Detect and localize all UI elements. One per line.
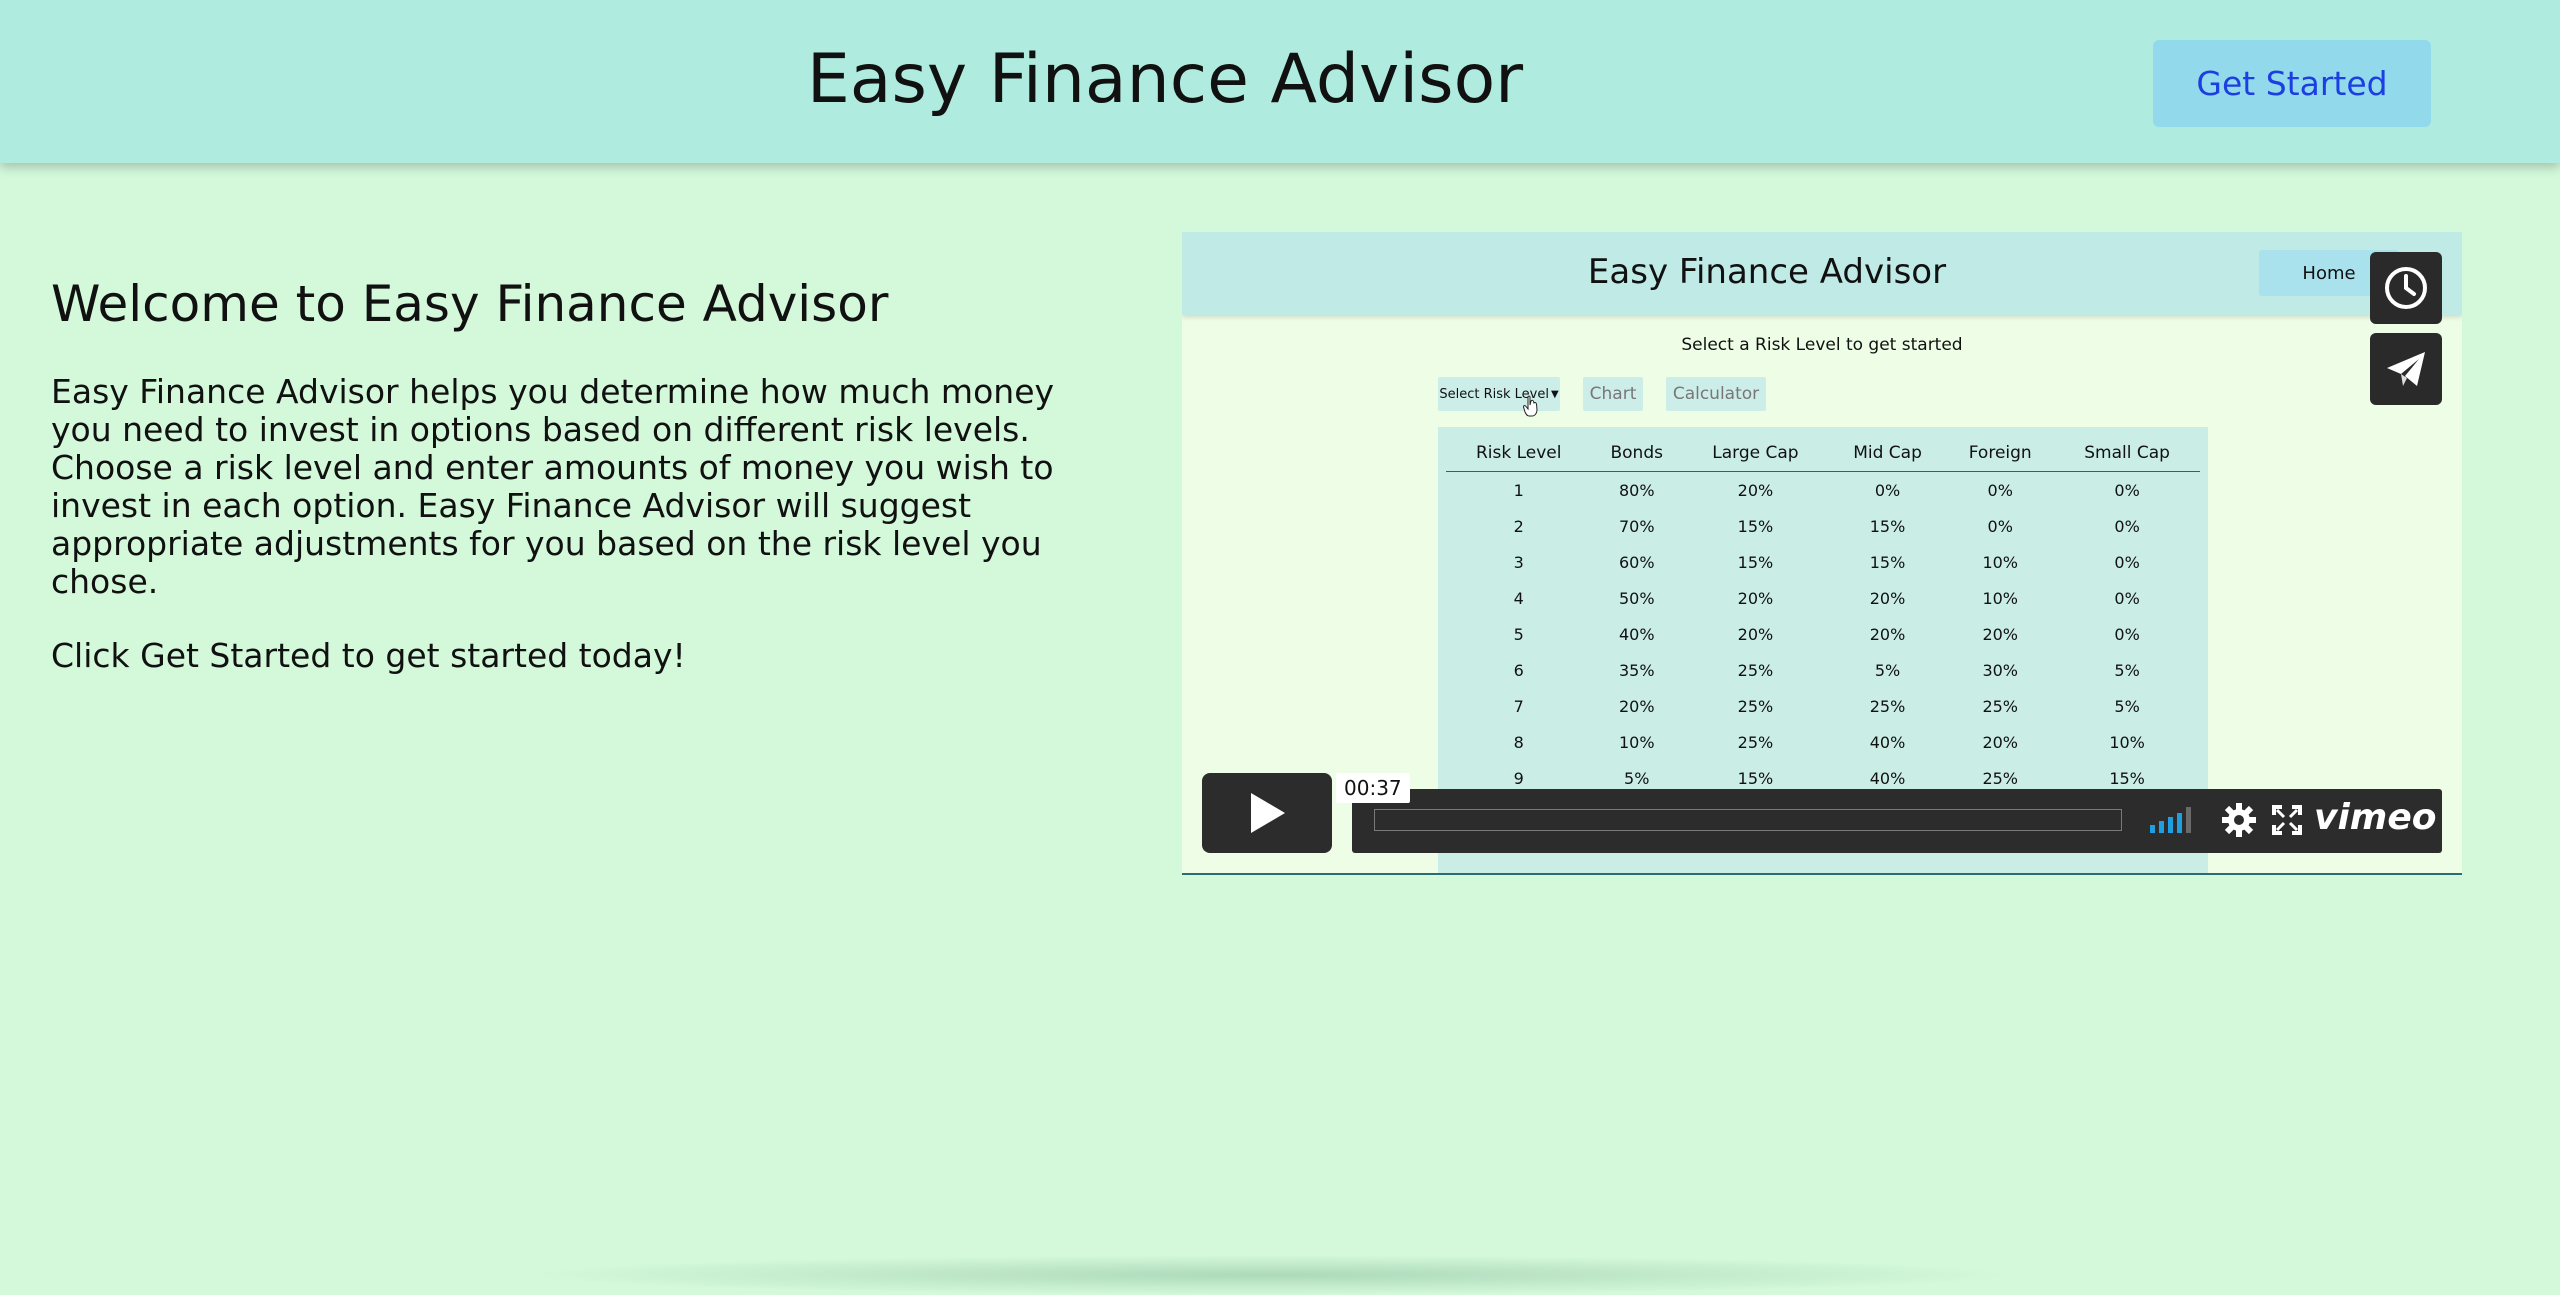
- table-cell: 10%: [1982, 588, 2018, 608]
- table-row: 8 10% 25% 40% 20% 10%: [1446, 724, 2200, 760]
- table-cell: 50%: [1618, 588, 1655, 608]
- site-header: Easy Finance Advisor Get Started: [0, 0, 2560, 163]
- table-cell: 5: [1513, 624, 1524, 644]
- video-app-title: Easy Finance Advisor: [1587, 252, 1947, 292]
- table-cell: 0%: [2114, 588, 2140, 608]
- table-cell: 20%: [1869, 588, 1906, 608]
- column-header: Bonds: [1591, 435, 1683, 472]
- site-title: Easy Finance Advisor: [806, 40, 1524, 119]
- watch-later-button[interactable]: [2370, 252, 2442, 324]
- table-cell: 80%: [1618, 480, 1655, 500]
- table-cell: 8: [1513, 732, 1524, 752]
- table-cell: 20%: [1982, 732, 2018, 752]
- table-row: 7 20% 25% 25% 25% 5%: [1446, 688, 2200, 724]
- fullscreen-icon[interactable]: [2272, 805, 2302, 835]
- table-cell: 20%: [1737, 480, 1774, 500]
- table-row: 4 50% 20% 20% 10% 0%: [1446, 580, 2200, 616]
- table-cell: 25%: [1737, 732, 1774, 752]
- risk-prompt: Select a Risk Level to get started: [1681, 335, 1963, 355]
- vimeo-video-player[interactable]: Easy Finance Advisor Home Select a Risk …: [1182, 232, 2462, 875]
- table-cell: 5%: [1874, 660, 1901, 680]
- intro-paragraph: Easy Finance Advisor helps you determine…: [51, 372, 1055, 601]
- table-cell: 40%: [1869, 732, 1906, 752]
- table-cell: 0%: [2114, 624, 2140, 644]
- table-cell: 0%: [1987, 480, 2013, 500]
- chevron-down-icon: ▼: [1550, 388, 1559, 400]
- table-cell: 20%: [1737, 588, 1774, 608]
- table-row: 1 80% 20% 0% 0% 0%: [1446, 472, 2200, 509]
- table-cell: 20%: [1982, 624, 2018, 644]
- table-cell: 3: [1513, 552, 1524, 572]
- table-row: 3 60% 15% 15% 10% 0%: [1446, 544, 2200, 580]
- risk-allocation-table: Risk Level Bonds Large Cap Mid Cap Forei…: [1446, 435, 2200, 832]
- table-cell: 20%: [1618, 696, 1655, 716]
- table-cell: 7: [1513, 696, 1524, 716]
- table-cell: 20%: [1869, 624, 1906, 644]
- clock-icon: [2385, 267, 2427, 309]
- table-cell: 2: [1513, 516, 1524, 536]
- table-cell: 60%: [1618, 552, 1655, 572]
- video-progress-bar[interactable]: [1374, 809, 2122, 831]
- table-cell: 25%: [1982, 696, 2018, 716]
- hand-cursor-icon: [1523, 395, 1538, 417]
- table-cell: 25%: [1737, 696, 1774, 716]
- table-cell: 70%: [1618, 516, 1655, 536]
- table-body: 1 80% 20% 0% 0% 0% 2 70% 15% 15% 0% 0% 3 60% 15% 15% 10%…: [1446, 472, 2200, 833]
- chart-tab: Chart: [1583, 377, 1643, 411]
- video-timestamp: 00:37: [1336, 773, 1410, 803]
- table-cell: 15%: [1737, 516, 1774, 536]
- column-header: Small Cap: [2054, 435, 2200, 472]
- table-cell: 30%: [1982, 660, 2018, 680]
- gear-icon[interactable]: [2222, 803, 2256, 837]
- table-cell: 1: [1513, 480, 1524, 500]
- risk-level-select: Select Risk Level ▼: [1438, 377, 1560, 411]
- table-cell: 0%: [1987, 516, 2013, 536]
- table-cell: 10%: [1618, 732, 1655, 752]
- table-cell: 10%: [2109, 732, 2145, 752]
- column-header: Large Cap: [1682, 435, 1829, 472]
- table-row: 5 40% 20% 20% 20% 0%: [1446, 616, 2200, 652]
- table-cell: 20%: [1737, 624, 1774, 644]
- column-header: Foreign: [1946, 435, 2055, 472]
- table-cell: 6: [1513, 660, 1524, 680]
- table-cell: 4: [1513, 588, 1524, 608]
- table-cell: 10%: [1982, 552, 2018, 572]
- table-cell: 35%: [1618, 660, 1655, 680]
- column-header: Risk Level: [1446, 435, 1592, 472]
- table-cell: 40%: [1618, 624, 1655, 644]
- table-header-row: Risk Level Bonds Large Cap Mid Cap Forei…: [1446, 435, 2200, 472]
- table-cell: 15%: [1869, 516, 1906, 536]
- video-app-header: Easy Finance Advisor Home: [1182, 232, 2462, 315]
- get-started-text: Click Get Started to get started today!: [51, 636, 686, 675]
- table-cell: 5%: [2114, 696, 2140, 716]
- table-row: 6 35% 25% 5% 30% 5%: [1446, 652, 2200, 688]
- table-cell: 0%: [1874, 480, 1901, 500]
- table-cell: 15%: [1737, 552, 1774, 572]
- welcome-heading: Welcome to Easy Finance Advisor: [51, 275, 889, 333]
- table-cell: 0%: [2114, 516, 2140, 536]
- table-cell: 25%: [1737, 660, 1774, 680]
- volume-icon[interactable]: [2148, 807, 2196, 833]
- table-cell: 5%: [2114, 660, 2140, 680]
- column-header: Mid Cap: [1828, 435, 1947, 472]
- table-row: 2 70% 15% 15% 0% 0%: [1446, 508, 2200, 544]
- video-controls-bar: vimeo: [1352, 789, 2442, 853]
- play-icon: [1251, 793, 1285, 833]
- get-started-button[interactable]: Get Started: [2153, 40, 2431, 127]
- footer-shadow: [520, 1255, 2020, 1295]
- table-cell: 0%: [2114, 480, 2140, 500]
- table-cell: 15%: [1869, 552, 1906, 572]
- intro-section: Welcome to Easy Finance Advisor Easy Fin…: [51, 275, 1081, 711]
- vimeo-logo[interactable]: vimeo: [2314, 797, 2436, 838]
- table-cell: 25%: [1869, 696, 1906, 716]
- table-cell: 0%: [2114, 552, 2140, 572]
- calculator-tab: Calculator: [1666, 377, 1766, 411]
- play-button[interactable]: [1202, 773, 1332, 853]
